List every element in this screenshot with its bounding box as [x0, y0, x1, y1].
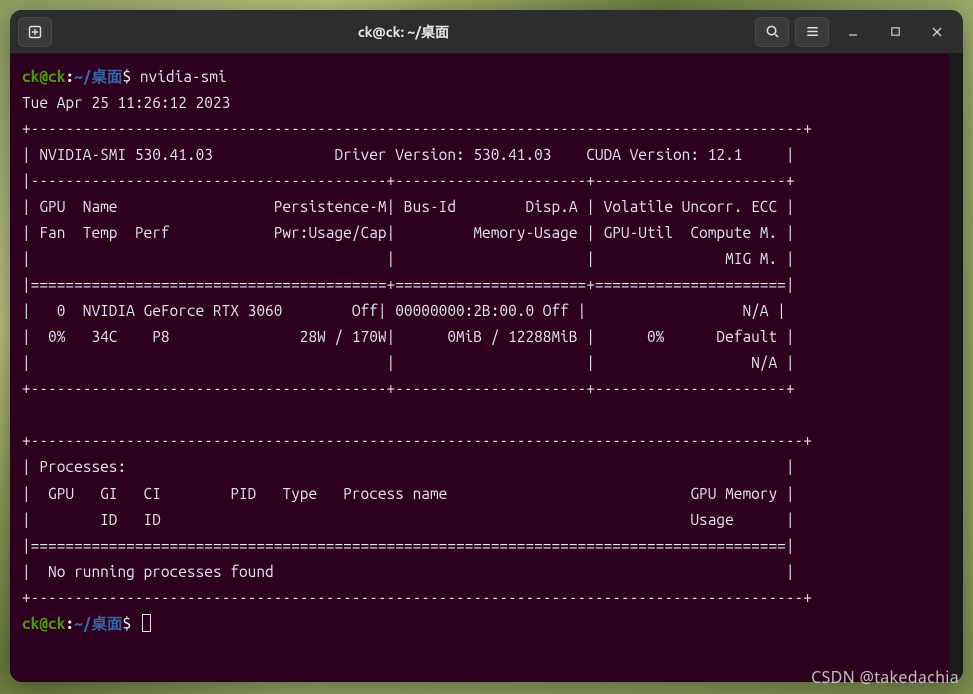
proc-header: | ID ID Usage |	[22, 511, 795, 528]
prompt-symbol: $	[122, 615, 131, 632]
search-button[interactable]	[755, 17, 789, 47]
titlebar-right	[755, 17, 955, 47]
new-tab-button[interactable]	[18, 17, 52, 47]
watermark: CSDN @takedachia	[811, 666, 959, 688]
prompt-line-2: ck@ck:~/桌面$	[22, 615, 151, 632]
prompt-path: ~/桌面	[74, 615, 122, 632]
border: +---------------------------------------…	[22, 432, 812, 449]
close-icon	[931, 26, 943, 38]
command-text: nvidia-smi	[140, 68, 227, 85]
output-timestamp: Tue Apr 25 11:26:12 2023	[22, 94, 230, 111]
gpu-row: | | | N/A |	[22, 354, 795, 371]
terminal-window: ck@ck: ~/桌面 ck@ck:~/桌面$ nvidi	[10, 10, 963, 682]
search-icon	[765, 24, 780, 39]
window-title: ck@ck: ~/桌面	[60, 22, 747, 42]
header-row: | | | MIG M. |	[22, 250, 795, 267]
border: |---------------------------------------…	[22, 172, 795, 189]
gpu-row: | 0% 34C P8 28W / 170W| 0MiB / 12288MiB …	[22, 328, 795, 345]
prompt-user: ck@ck	[22, 68, 65, 85]
cursor	[142, 614, 151, 632]
prompt-user: ck@ck	[22, 615, 65, 632]
proc-header: | GPU GI CI PID Type Process name GPU Me…	[22, 485, 795, 502]
prompt-sep: :	[65, 68, 74, 85]
prompt-sep: :	[65, 615, 74, 632]
prompt-line-1: ck@ck:~/桌面$ nvidia-smi	[22, 68, 227, 85]
prompt-path: ~/桌面	[74, 68, 122, 85]
minimize-icon	[847, 26, 859, 38]
prompt-symbol: $	[122, 68, 131, 85]
maximize-icon	[890, 26, 901, 37]
terminal-body[interactable]: ck@ck:~/桌面$ nvidia-smi Tue Apr 25 11:26:…	[10, 54, 963, 682]
header-row: | GPU Name Persistence-M| Bus-Id Disp.A …	[22, 198, 795, 215]
border: |=======================================…	[22, 276, 795, 293]
border: +---------------------------------------…	[22, 380, 795, 397]
proc-title: | Processes: |	[22, 458, 795, 475]
gpu-row: | 0 NVIDIA GeForce RTX 3060 Off| 0000000…	[22, 302, 786, 319]
border: +---------------------------------------…	[22, 589, 812, 606]
new-tab-icon	[27, 24, 43, 40]
proc-none: | No running processes found |	[22, 563, 795, 580]
minimize-button[interactable]	[835, 17, 871, 47]
close-button[interactable]	[919, 17, 955, 47]
menu-button[interactable]	[795, 17, 829, 47]
driver-line: | NVIDIA-SMI 530.41.03 Driver Version: 5…	[22, 146, 795, 163]
titlebar: ck@ck: ~/桌面	[10, 10, 963, 54]
hamburger-icon	[805, 24, 820, 39]
maximize-button[interactable]	[877, 17, 913, 47]
header-row: | Fan Temp Perf Pwr:Usage/Cap| Memory-Us…	[22, 224, 795, 241]
border: |=======================================…	[22, 537, 795, 554]
border: +---------------------------------------…	[22, 120, 812, 137]
